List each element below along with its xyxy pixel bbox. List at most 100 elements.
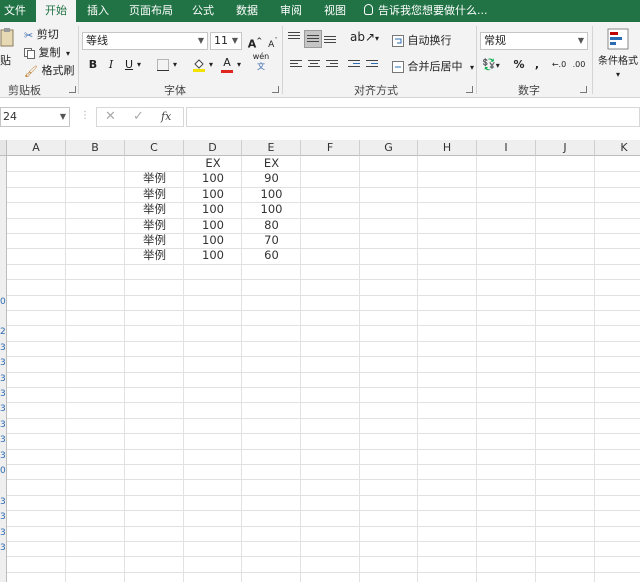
row-number[interactable]: 3	[0, 541, 6, 556]
top-align-icon[interactable]	[288, 32, 300, 42]
tell-me-search[interactable]: 告诉我您想要做什么...	[364, 0, 488, 22]
column-header-e[interactable]: E	[242, 140, 301, 156]
percent-button[interactable]: %	[510, 56, 528, 74]
increase-indent-icon[interactable]	[366, 60, 378, 70]
conditional-format-button[interactable]: 条件格式 ▾	[596, 26, 640, 79]
cell-d6[interactable]: 100	[184, 233, 242, 248]
decrease-indent-icon[interactable]	[348, 60, 360, 70]
tab-formulas[interactable]: 公式	[186, 0, 220, 22]
cell-c2[interactable]: 举例	[125, 171, 184, 186]
row-number[interactable]: 3	[0, 356, 6, 371]
italic-button[interactable]: I	[102, 56, 120, 74]
cell-e5[interactable]: 80	[242, 218, 301, 233]
fill-dropdown-icon[interactable]: ▾	[206, 56, 216, 74]
copy-dropdown-icon[interactable]: ▾	[66, 49, 70, 58]
wrap-text-button[interactable]: 自动换行	[392, 32, 452, 48]
paste-button[interactable]: 贴	[0, 26, 18, 74]
underline-dropdown-icon[interactable]: ▾	[134, 56, 144, 74]
font-launcher-icon[interactable]	[272, 86, 279, 93]
middle-align-button[interactable]	[304, 30, 322, 48]
cell-d3[interactable]: 100	[184, 187, 242, 202]
cell-d4[interactable]: 100	[184, 202, 242, 217]
column-header-b[interactable]: B	[66, 140, 125, 156]
column-header-h[interactable]: H	[418, 140, 477, 156]
copy-button[interactable]: 复制 ▾	[24, 44, 70, 60]
row-number[interactable]: 3	[0, 402, 6, 417]
row-number[interactable]: 3	[0, 341, 6, 356]
row-number[interactable]: 3	[0, 495, 6, 510]
cell-e7[interactable]: 60	[242, 248, 301, 263]
formula-input[interactable]	[186, 107, 640, 127]
row-number[interactable]: 3	[0, 372, 6, 387]
cell-c7[interactable]: 举例	[125, 248, 184, 263]
tab-file[interactable]: 文件	[0, 0, 30, 22]
cell-c6[interactable]: 举例	[125, 233, 184, 248]
decrease-decimal-button[interactable]: .00	[570, 56, 588, 74]
bottom-align-icon[interactable]	[324, 36, 336, 46]
row-number[interactable]: 3	[0, 418, 6, 433]
tab-insert[interactable]: 插入	[82, 0, 114, 22]
clipboard-launcher-icon[interactable]	[69, 86, 76, 93]
tab-view[interactable]: 视图	[318, 0, 352, 22]
cell-c3[interactable]: 举例	[125, 187, 184, 202]
font-name-select[interactable]: 等线 ▼	[82, 32, 208, 50]
format-painter-button[interactable]: 🖌 格式刷	[24, 62, 74, 78]
cancel-icon[interactable]: ✕	[105, 109, 116, 124]
alignment-launcher-icon[interactable]	[466, 86, 473, 93]
column-header-k[interactable]: K	[595, 140, 640, 156]
column-header-j[interactable]: J	[536, 140, 595, 156]
cell-d2[interactable]: 100	[184, 171, 242, 186]
insert-function-icon[interactable]: fx	[161, 110, 171, 123]
merge-center-button[interactable]: 合并后居中 ▾	[392, 58, 474, 74]
tab-page-layout[interactable]: 页面布局	[124, 0, 178, 22]
select-all-corner[interactable]	[0, 140, 7, 156]
column-header-c[interactable]: C	[125, 140, 184, 156]
cell-e6[interactable]: 70	[242, 233, 301, 248]
align-right-icon[interactable]	[326, 60, 338, 70]
row-number[interactable]: 3	[0, 387, 6, 402]
cell-c5[interactable]: 举例	[125, 218, 184, 233]
enter-check-icon[interactable]: ✓	[133, 109, 144, 124]
align-left-icon[interactable]	[290, 60, 302, 70]
increase-decimal-button[interactable]: ←.0	[550, 56, 568, 74]
borders-dropdown-icon[interactable]: ▾	[170, 56, 180, 74]
cut-button[interactable]: ✂ 剪切	[24, 26, 59, 42]
number-format-select[interactable]: 常规 ▼	[480, 32, 588, 50]
worksheet-grid[interactable]: A B C D E F G H I J K 0 2 3 3 3 3 3 3 3 3 0 3 3 3 3 EX EX 举例 100 90 举例 1…	[0, 140, 640, 582]
align-center-icon[interactable]	[308, 60, 320, 70]
number-launcher-icon[interactable]	[580, 86, 587, 93]
row-number[interactable]: 3	[0, 449, 6, 464]
row-number[interactable]: 0	[0, 295, 6, 310]
column-header-f[interactable]: F	[301, 140, 360, 156]
cell-d5[interactable]: 100	[184, 218, 242, 233]
accounting-format-button[interactable]: 💱▾	[482, 58, 500, 71]
cell-e1[interactable]: EX	[242, 156, 301, 171]
row-number[interactable]: 2	[0, 325, 6, 340]
orientation-button[interactable]: ab↗▾	[350, 30, 379, 44]
shrink-font-button[interactable]: Aˇ	[264, 32, 282, 50]
font-size-select[interactable]: 11 ▼	[210, 32, 242, 50]
cell-e4[interactable]: 100	[242, 202, 301, 217]
tab-data[interactable]: 数据	[230, 0, 264, 22]
column-header-g[interactable]: G	[360, 140, 418, 156]
row-number[interactable]: 0	[0, 464, 6, 479]
row-number[interactable]: 3	[0, 433, 6, 448]
splitter-dots-icon[interactable]: ⋮	[80, 110, 90, 121]
cell-e2[interactable]: 90	[242, 171, 301, 186]
tab-home[interactable]: 开始	[36, 0, 76, 22]
font-color-dropdown-icon[interactable]: ▾	[234, 56, 244, 74]
cell-e3[interactable]: 100	[242, 187, 301, 202]
grow-font-button[interactable]: A^	[246, 32, 264, 51]
cell-d7[interactable]: 100	[184, 248, 242, 263]
bold-button[interactable]: B	[84, 56, 102, 74]
column-header-d[interactable]: D	[184, 140, 242, 156]
cell-d1[interactable]: EX	[184, 156, 242, 171]
comma-button[interactable]: ,	[528, 56, 546, 74]
name-box[interactable]: 24 ▼	[0, 107, 70, 127]
cell-c4[interactable]: 举例	[125, 202, 184, 217]
tab-review[interactable]: 审阅	[274, 0, 308, 22]
row-number[interactable]: 3	[0, 526, 6, 541]
column-header-a[interactable]: A	[7, 140, 66, 156]
row-number[interactable]: 3	[0, 510, 6, 525]
phonetic-button[interactable]: wén 文	[252, 52, 270, 76]
